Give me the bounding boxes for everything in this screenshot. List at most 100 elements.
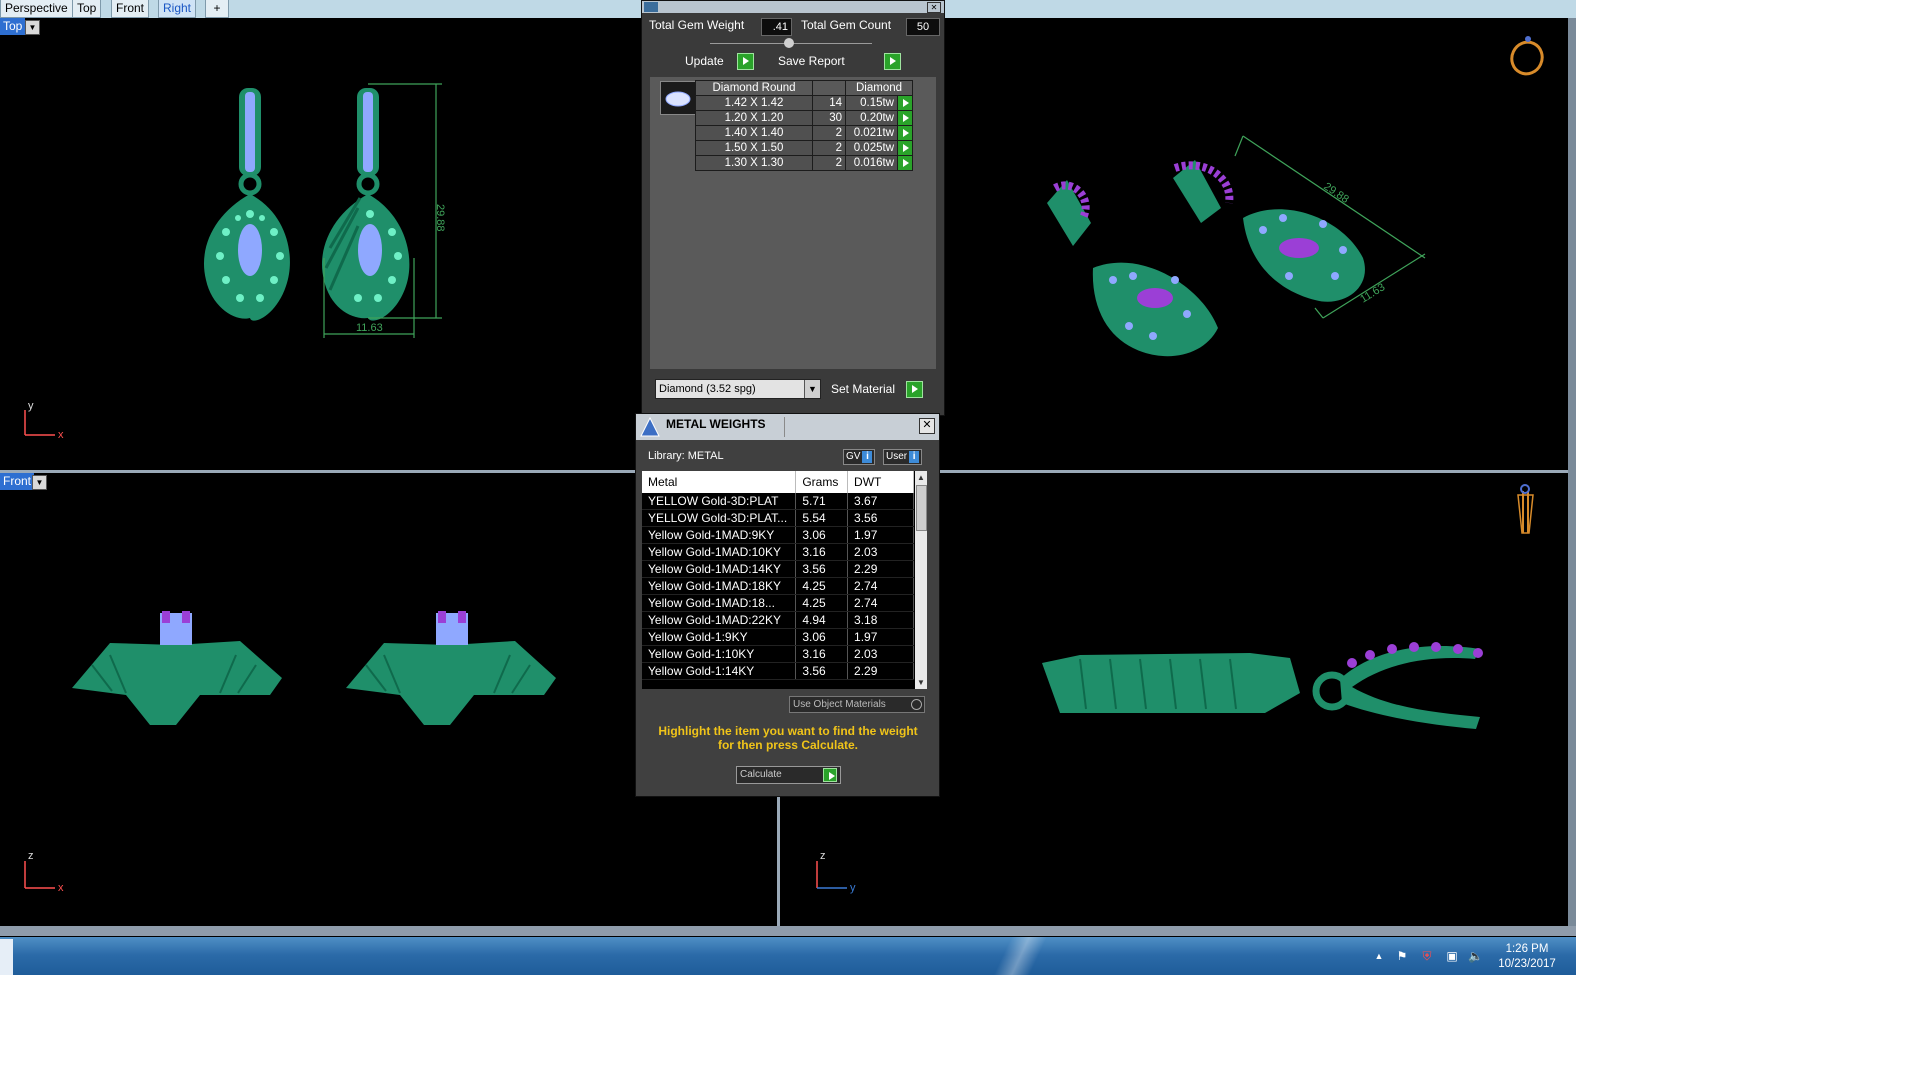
close-icon[interactable]: ✕ [919,418,935,434]
calculate-button[interactable]: Calculate [736,766,841,784]
table-row[interactable]: 1.30 X 1.30 2 0.016tw [695,155,913,171]
table-row[interactable]: Yellow Gold-1:14KY 3.56 2.29 [642,662,914,680]
metal-table: Metal Grams DWT YELLOW Gold-3D:PLAT 5.71 3… [642,471,927,689]
checkbox-icon[interactable] [911,699,922,710]
gem-header-type: Diamond Round [695,80,813,96]
gv-label: GV [846,451,861,462]
metal-panel-titlebar[interactable]: METAL WEIGHTS ✕ [636,414,939,440]
metal-dwt: 2.03 [847,645,914,663]
table-row[interactable]: Yellow Gold-1MAD:18... 4.25 2.74 [642,594,914,612]
splitter-handle-icon[interactable] [784,38,794,48]
metal-dwt: 1.97 [847,526,914,544]
taskbar-gloss [940,937,1100,975]
row-go-icon[interactable] [897,110,913,126]
gem-weight: 0.20tw [845,110,898,126]
material-select[interactable]: Diamond (3.52 spg) ▼ [655,379,821,399]
table-row[interactable]: YELLOW Gold-3D:PLAT... 5.54 3.56 [642,509,914,527]
metal-table-header: Metal Grams DWT [642,471,914,493]
viewport-top[interactable]: Top ▼ 29.88 11.63 y x [0,18,640,470]
metal-dwt: 1.97 [847,628,914,646]
taskbar-clock[interactable]: 1:26 PM 10/23/2017 [1492,942,1562,972]
use-object-materials-label: Use Object Materials [793,699,886,710]
total-gem-count-field[interactable]: 50 [906,18,940,36]
column-header-grams[interactable]: Grams [795,471,849,493]
metal-name: YELLOW Gold-3D:PLAT... [642,509,797,527]
table-row[interactable]: YELLOW Gold-3D:PLAT 5.71 3.67 [642,493,914,510]
tab-top[interactable]: Top [72,0,102,18]
calculate-go-icon[interactable] [823,768,837,782]
metal-dwt: 3.18 [847,611,914,629]
metal-name: Yellow Gold-1MAD:22KY [642,611,797,629]
side-earring-model [1042,642,1483,729]
gem-size: 1.20 X 1.20 [695,110,813,126]
user-label: User [886,451,908,462]
table-row[interactable]: Yellow Gold-1MAD:18KY 4.25 2.74 [642,577,914,595]
table-row[interactable]: 1.20 X 1.20 30 0.20tw [695,110,913,126]
table-row[interactable]: 1.42 X 1.42 14 0.15tw [695,95,913,111]
viewport-perspective[interactable]: 29.88 11.63 [943,18,1568,470]
security-shield-icon[interactable]: ⛨ [1420,949,1434,963]
update-button[interactable]: Update [685,54,724,68]
gem-panel-icon [644,2,658,12]
action-center-flag-icon[interactable]: ⚑ [1395,949,1409,963]
persp-dimension-b: 11.63 [1358,281,1387,305]
metal-panel-title: METAL WEIGHTS [666,417,766,431]
metal-grams: 5.54 [795,509,849,527]
volume-icon[interactable]: 🔈 [1468,949,1483,963]
table-row[interactable]: 1.50 X 1.50 2 0.025tw [695,140,913,156]
show-hidden-icons-icon[interactable]: ▲ [1372,949,1386,963]
tab-perspective[interactable]: Perspective [0,0,73,18]
dimension-width-label: 11.63 [356,322,383,334]
persp-dimension-a: 29.88 [1321,181,1351,206]
library-label: Library: METAL [648,450,724,462]
row-go-icon[interactable] [897,95,913,111]
user-toggle[interactable]: User i [883,449,923,465]
table-row[interactable]: Yellow Gold-1MAD:22KY 4.94 3.18 [642,611,914,629]
update-go-icon[interactable] [737,53,754,70]
close-icon[interactable]: ✕ [927,2,941,13]
scroll-up-icon[interactable]: ▲ [917,473,925,482]
material-select-value: Diamond (3.52 spg) [659,383,756,395]
save-report-button[interactable]: Save Report [778,54,845,68]
table-row[interactable]: 1.40 X 1.40 2 0.021tw [695,125,913,141]
diamond-round-icon[interactable] [660,81,696,115]
table-row[interactable]: Yellow Gold-1MAD:9KY 3.06 1.97 [642,526,914,544]
total-gem-weight-field[interactable]: .41 [761,18,792,36]
row-go-icon[interactable] [897,125,913,141]
metal-weights-panel: METAL WEIGHTS ✕ Library: METAL GV i User i… [635,413,940,797]
tab-front[interactable]: Front [111,0,150,18]
info-icon[interactable]: i [909,451,920,463]
row-go-icon[interactable] [897,140,913,156]
add-tab-icon[interactable]: + [205,0,229,18]
column-header-metal[interactable]: Metal [642,471,797,493]
row-go-icon[interactable] [897,155,913,171]
metal-grams: 5.71 [795,493,849,510]
table-row[interactable]: Yellow Gold-1:10KY 3.16 2.03 [642,645,914,663]
set-material-go-icon[interactable] [906,381,923,398]
table-row[interactable]: Yellow Gold-1:9KY 3.06 1.97 [642,628,914,646]
table-row[interactable]: Yellow Gold-1MAD:14KY 3.56 2.29 [642,560,914,578]
gv-toggle[interactable]: GV i [843,449,876,465]
axis-indicator-front: z x [24,850,64,894]
metal-grams: 4.25 [795,577,849,595]
network-icon[interactable]: ▣ [1445,949,1459,963]
scrollbar-thumb[interactable] [916,485,927,531]
use-object-materials-toggle[interactable]: Use Object Materials [789,696,925,713]
table-row[interactable]: Yellow Gold-1MAD:10KY 3.16 2.03 [642,543,914,561]
info-icon[interactable]: i [862,451,873,463]
scroll-down-icon[interactable]: ▼ [917,678,925,687]
metal-name: Yellow Gold-1MAD:10KY [642,543,797,561]
column-header-dwt[interactable]: DWT [847,471,914,493]
gem-count: 2 [812,125,846,141]
save-report-go-icon[interactable] [884,53,901,70]
chevron-down-icon[interactable]: ▼ [804,380,820,398]
set-material-button[interactable]: Set Material [831,382,895,396]
svg-text:x: x [58,882,64,894]
metal-name: Yellow Gold-1:10KY [642,645,797,663]
metal-table-scrollbar[interactable]: ▲ ▼ [915,471,927,689]
metal-dwt: 2.03 [847,543,914,561]
start-button[interactable] [0,939,13,975]
gem-panel-titlebar[interactable]: ✕ [642,1,944,13]
gem-size: 1.40 X 1.40 [695,125,813,141]
tab-right[interactable]: Right [158,0,197,18]
